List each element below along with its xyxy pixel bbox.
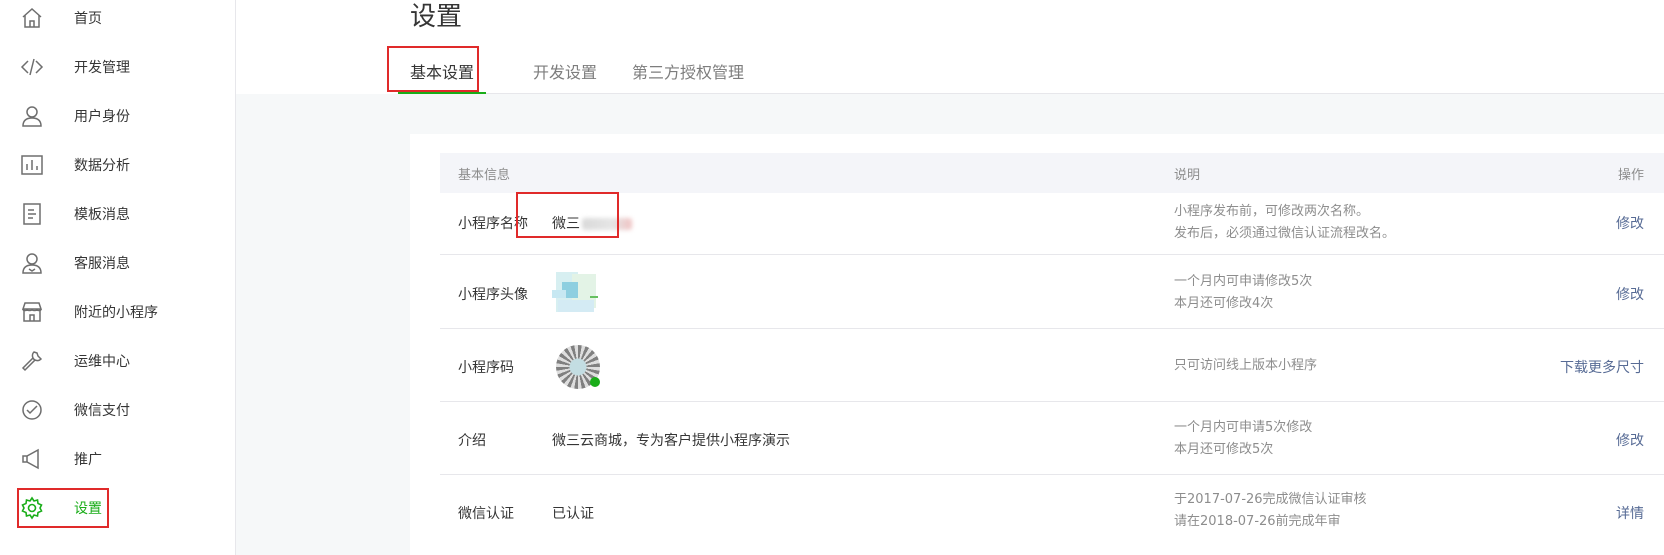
table-row: 小程序码 只可访问线上版本小程序 下载更多尺寸 (440, 329, 1664, 402)
sidebar-item-label: 模板消息 (74, 207, 130, 223)
certification-details-link[interactable]: 详情 (1616, 503, 1644, 523)
customer-service-icon (20, 251, 44, 275)
row-description: 于2017-07-26完成微信认证审核 请在2018-07-26前完成年审 (1174, 489, 1367, 533)
megaphone-icon (20, 447, 44, 471)
sidebar-item-user-identity[interactable]: 用户身份 (0, 96, 236, 136)
row-value: 微三 (552, 213, 632, 233)
row-label: 小程序头像 (458, 287, 528, 303)
row-description: 一个月内可申请5次修改 本月还可修改5次 (1174, 417, 1312, 461)
description-line: 于2017-07-26完成微信认证审核 (1174, 492, 1367, 507)
mini-program-name: 微三 (552, 216, 580, 232)
sidebar-item-label: 运维中心 (74, 354, 130, 370)
description-line: 本月还可修改4次 (1174, 296, 1274, 311)
description-line: 请在2018-07-26前完成年审 (1174, 514, 1341, 529)
sidebar-item-label: 首页 (74, 11, 102, 27)
tab-bar: 基本设置 开发设置 第三方授权管理 (398, 52, 1664, 94)
row-description: 一个月内可申请修改5次 本月还可修改4次 (1174, 271, 1312, 315)
download-more-sizes-link[interactable]: 下载更多尺寸 (1560, 357, 1644, 377)
sidebar-item-template-messages[interactable]: 模板消息 (0, 194, 236, 234)
payment-icon (20, 398, 44, 422)
wrench-icon (20, 349, 44, 373)
sidebar-item-nearby-mini-programs[interactable]: 附近的小程序 (0, 292, 236, 332)
tab-dev-settings[interactable]: 开发设置 (533, 52, 597, 94)
sidebar-item-wechat-pay[interactable]: 微信支付 (0, 390, 236, 430)
table-row: 小程序头像 一个月内可申请修改5次 本月还可修改4次 修改 (440, 256, 1664, 329)
sidebar-item-data-analysis[interactable]: 数据分析 (0, 145, 236, 185)
page-title: 设置 (410, 2, 463, 32)
sidebar-item-label: 推广 (74, 452, 102, 468)
table-header: 基本信息 说明 操作 (440, 153, 1664, 193)
store-icon (20, 300, 44, 324)
modify-name-link[interactable]: 修改 (1616, 213, 1644, 233)
sidebar-item-label: 微信支付 (74, 403, 130, 419)
header-basic-info: 基本信息 (458, 168, 511, 183)
row-description: 只可访问线上版本小程序 (1174, 355, 1317, 377)
code-icon (20, 55, 44, 79)
table-row: 微信认证 已认证 于2017-07-26完成微信认证审核 请在2018-07-2… (440, 475, 1664, 555)
header-description: 说明 (1174, 168, 1201, 183)
blurred-name (582, 218, 632, 230)
certification-status: 已认证 (552, 506, 594, 522)
tab-third-party-auth[interactable]: 第三方授权管理 (632, 52, 744, 94)
row-label: 小程序名称 (458, 216, 528, 232)
sidebar-item-label: 设置 (74, 501, 102, 517)
sidebar-item-ops-center[interactable]: 运维中心 (0, 341, 236, 381)
modify-intro-link[interactable]: 修改 (1616, 430, 1644, 450)
sidebar-item-dev-management[interactable]: 开发管理 (0, 47, 236, 87)
description-line: 一个月内可申请修改5次 (1174, 274, 1313, 289)
row-description: 小程序发布前，可修改两次名称。 发布后，必须通过微信认证流程改名。 (1174, 201, 1395, 245)
sidebar-item-label: 附近的小程序 (74, 305, 158, 321)
sidebar-item-promotion[interactable]: 推广 (0, 439, 236, 479)
sidebar-item-home[interactable]: 首页 (0, 0, 236, 38)
table-row: 介绍 微三云商城，专为客户提供小程序演示 一个月内可申请5次修改 本月还可修改5… (440, 402, 1664, 475)
sidebar-item-label: 开发管理 (74, 60, 130, 76)
sidebar-item-label: 数据分析 (74, 158, 130, 174)
home-icon (20, 6, 44, 30)
check-icon (590, 377, 600, 387)
mini-program-avatar (552, 272, 610, 314)
modify-avatar-link[interactable]: 修改 (1616, 284, 1644, 304)
description-line: 本月还可修改5次 (1174, 442, 1274, 457)
bar-chart-icon (20, 153, 44, 177)
user-icon (20, 104, 44, 128)
sidebar-item-customer-service[interactable]: 客服消息 (0, 243, 236, 283)
row-label: 微信认证 (458, 506, 514, 522)
sidebar-item-label: 用户身份 (74, 109, 130, 125)
description-line: 只可访问线上版本小程序 (1174, 358, 1318, 373)
table-row: 小程序名称 微三 小程序发布前，可修改两次名称。 发布后，必须通过微信认证流程改… (440, 193, 1664, 255)
sidebar-item-label: 客服消息 (74, 256, 130, 272)
sidebar: 首页 开发管理 用户身份 数据分析 模板消息 客服消息 附近的小程序 运维中心 … (0, 0, 236, 555)
row-label: 介绍 (458, 433, 486, 449)
row-label: 小程序码 (458, 360, 514, 376)
tab-basic-settings[interactable]: 基本设置 (398, 52, 487, 94)
description-line: 小程序发布前，可修改两次名称。 (1174, 204, 1370, 219)
description-line: 一个月内可申请5次修改 (1174, 420, 1313, 435)
intro-value: 微三云商城，专为客户提供小程序演示 (552, 433, 790, 449)
header-action: 操作 (1617, 168, 1644, 183)
sidebar-item-settings[interactable]: 设置 (0, 488, 236, 528)
gear-icon (20, 496, 44, 520)
description-line: 发布后，必须通过微信认证流程改名。 (1174, 226, 1396, 241)
document-icon (20, 202, 44, 226)
